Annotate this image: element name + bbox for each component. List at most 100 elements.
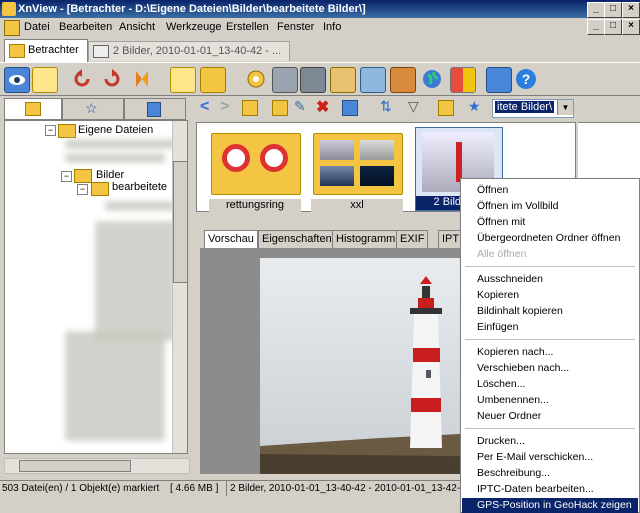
menu-item-einfuegen[interactable]: Einfügen xyxy=(477,321,518,333)
browser-icon[interactable] xyxy=(32,67,58,93)
close-button[interactable]: × xyxy=(622,2,640,18)
menu-item-oeffnen[interactable]: Öffnen xyxy=(477,184,508,196)
folder-icon xyxy=(74,169,92,183)
menu-item-kopieren-nach[interactable]: Kopieren nach... xyxy=(477,346,553,358)
view-mode-icon[interactable] xyxy=(342,100,358,116)
navigation-toolbar: < > ✎ ✖ ⇅ ▽ ★ itete Bilder\ ▼ xyxy=(196,96,640,120)
menu-item-beschreibung[interactable]: Beschreibung... xyxy=(477,467,550,479)
menu-info[interactable]: Info xyxy=(323,21,341,33)
eye-icon[interactable] xyxy=(4,67,30,93)
menu-item-ausschneiden[interactable]: Ausschneiden xyxy=(477,273,543,285)
menu-item-oeffnen-vollbild[interactable]: Öffnen im Vollbild xyxy=(477,200,559,212)
menu-item-bildinhalt-kopieren[interactable]: Bildinhalt kopieren xyxy=(477,305,563,317)
folder-open-icon[interactable] xyxy=(200,67,226,93)
thumbnail-item[interactable]: rettungsring xyxy=(209,129,301,213)
menu-item-alle-oeffnen[interactable]: Alle öffnen xyxy=(477,248,526,260)
delete-icon[interactable]: ✖ xyxy=(316,97,329,117)
scrollbar-thumb[interactable] xyxy=(173,161,187,283)
maximize-button[interactable]: □ xyxy=(604,2,622,18)
folders-tab[interactable] xyxy=(4,98,62,120)
menu-datei[interactable]: Datei xyxy=(24,21,50,33)
menu-separator xyxy=(465,428,635,429)
path-value[interactable]: itete Bilder\ xyxy=(495,101,555,113)
menu-bar: Datei Bearbeiten Ansicht Werkzeuge Erste… xyxy=(0,18,640,36)
help-icon[interactable]: ? xyxy=(514,67,538,91)
folder-tree[interactable]: − Eigene Dateien − Bilder − bearbeitete xyxy=(4,120,188,454)
thumbnail-label: xxl xyxy=(311,199,403,213)
new-folder-icon[interactable] xyxy=(272,100,288,116)
tab-vorschau[interactable]: Vorschau xyxy=(204,230,258,249)
minimize-button[interactable]: _ xyxy=(587,2,605,18)
menu-item-loeschen[interactable]: Löschen... xyxy=(477,378,525,390)
parent-folder-icon[interactable] xyxy=(242,100,258,116)
export-icon[interactable] xyxy=(330,67,356,93)
app-icon[interactable] xyxy=(2,2,16,16)
menu-item-gps-geohack[interactable]: GPS-Position in GeoHack zeigen xyxy=(477,499,632,511)
menu-item-uebergeordneten-ordner[interactable]: Übergeordneten Ordner öffnen xyxy=(477,232,620,244)
rotate-right-icon[interactable] xyxy=(100,67,124,91)
filmstrip-icon[interactable] xyxy=(390,67,416,93)
categories-tab[interactable] xyxy=(124,98,186,120)
path-combobox[interactable]: itete Bilder\ ▼ xyxy=(492,99,574,118)
tab-eigenschaften[interactable]: Eigenschaften xyxy=(258,230,336,249)
scanner-icon[interactable] xyxy=(300,67,326,93)
collapse-toggle[interactable]: − xyxy=(61,171,72,182)
book-icon[interactable] xyxy=(486,67,512,93)
sort-icon[interactable]: ⇅ xyxy=(380,98,392,115)
tree-vertical-scrollbar[interactable] xyxy=(172,121,187,453)
menu-item-oeffnen-mit[interactable]: Öffnen mit xyxy=(477,216,525,228)
tab-exif[interactable]: EXIF xyxy=(396,230,429,249)
tree-horizontal-scrollbar[interactable] xyxy=(4,458,190,474)
tab-betrachter[interactable]: Betrachter xyxy=(4,39,88,62)
mdi-close-button[interactable]: × xyxy=(622,19,640,35)
favorites-tab[interactable]: ☆ xyxy=(62,98,124,120)
menu-bearbeiten[interactable]: Bearbeiten xyxy=(59,21,112,33)
menu-item-neuer-ordner[interactable]: Neuer Ordner xyxy=(477,410,541,422)
mdi-minimize-button[interactable]: _ xyxy=(587,19,605,35)
collapse-toggle[interactable]: − xyxy=(45,125,56,136)
photo-preview xyxy=(320,166,354,186)
folder-check-icon[interactable] xyxy=(170,67,196,93)
globe-icon[interactable] xyxy=(420,67,444,91)
tab-histogramm[interactable]: Histogramm xyxy=(332,230,400,249)
back-icon[interactable]: < xyxy=(200,98,209,116)
menu-item-iptc-bearbeiten[interactable]: IPTC-Daten bearbeiten... xyxy=(477,483,594,495)
menu-erstellen[interactable]: Erstellen xyxy=(226,21,269,33)
thumbnail-label: rettungsring xyxy=(209,199,301,213)
tree-item-eigene-dateien[interactable]: Eigene Dateien xyxy=(78,124,153,136)
refresh-icon[interactable] xyxy=(438,100,454,116)
document-icon[interactable] xyxy=(4,20,20,36)
menu-item-kopieren[interactable]: Kopieren xyxy=(477,289,519,301)
menu-werkzeuge[interactable]: Werkzeuge xyxy=(166,21,221,33)
settings-icon[interactable] xyxy=(244,67,268,91)
menu-fenster[interactable]: Fenster xyxy=(277,21,314,33)
print-icon[interactable] xyxy=(272,67,298,93)
collapse-toggle[interactable]: − xyxy=(77,184,88,195)
title-bar[interactable]: XnView - [Betrachter - D:\Eigene Dateien… xyxy=(0,0,640,18)
flip-icon[interactable] xyxy=(130,67,154,91)
tree-item-bearbeitete[interactable]: bearbeitete xyxy=(111,181,168,193)
menu-ansicht[interactable]: Ansicht xyxy=(119,21,155,33)
camera-icon[interactable] xyxy=(360,67,386,93)
lifebuoy-image xyxy=(260,144,288,172)
menu-item-verschieben-nach[interactable]: Verschieben nach... xyxy=(477,362,569,374)
rotate-left-icon[interactable] xyxy=(70,67,94,91)
tree-item-bilder[interactable]: Bilder xyxy=(96,169,124,181)
star-icon: ☆ xyxy=(85,100,98,116)
edit-icon[interactable]: ✎ xyxy=(294,98,306,115)
chevron-down-icon[interactable]: ▼ xyxy=(557,100,573,115)
menu-item-umbenennen[interactable]: Umbenennen... xyxy=(477,394,549,406)
favorite-star-icon[interactable]: ★ xyxy=(468,98,481,115)
forward-icon[interactable]: > xyxy=(220,98,229,116)
grid-icon[interactable] xyxy=(450,67,476,93)
file-count: 503 Datei(en) / 1 Objekt(e) markiert xyxy=(2,483,160,494)
menu-item-email[interactable]: Per E-Mail verschicken... xyxy=(477,451,593,463)
mdi-restore-button[interactable]: □ xyxy=(604,19,622,35)
filter-icon[interactable]: ▽ xyxy=(408,98,419,115)
menu-item-drucken[interactable]: Drucken... xyxy=(477,435,525,447)
thumbnail-item[interactable]: xxl xyxy=(311,129,403,213)
blurred-content xyxy=(65,139,175,149)
scrollbar-thumb[interactable] xyxy=(19,460,131,472)
main-toolbar: ? xyxy=(0,62,640,96)
tab-image[interactable]: 2 Bilder, 2010-01-01_13-40-42 - ... xyxy=(88,41,290,61)
